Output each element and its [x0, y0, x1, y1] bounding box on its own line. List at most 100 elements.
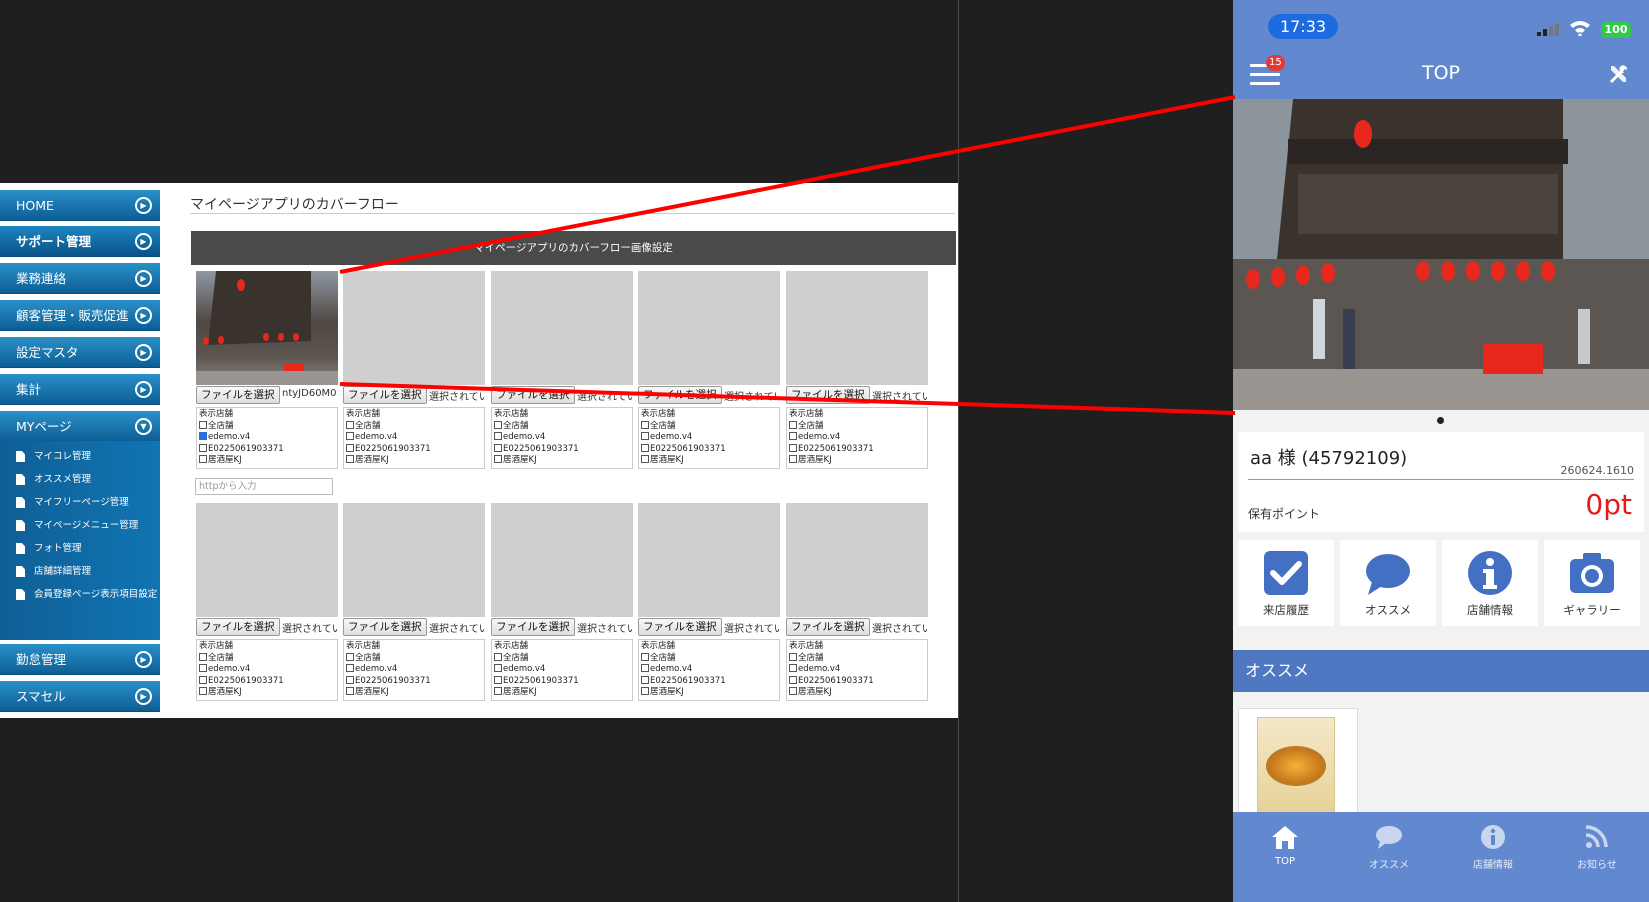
- checkbox[interactable]: [199, 420, 207, 429]
- tile-store-info[interactable]: 店舗情報: [1442, 540, 1538, 626]
- checkbox[interactable]: [346, 432, 354, 440]
- checkbox[interactable]: [346, 420, 354, 429]
- checkbox[interactable]: [641, 432, 649, 440]
- store-option[interactable]: 全店舗: [641, 420, 777, 433]
- cover-image[interactable]: [1233, 99, 1649, 410]
- file-select-button[interactable]: ファイルを選択: [196, 618, 280, 636]
- store-option[interactable]: E0225061903371: [641, 675, 777, 688]
- checkbox[interactable]: [199, 652, 207, 661]
- submenu-item[interactable]: 店舗詳細管理: [14, 564, 91, 580]
- nav-home[interactable]: HOME ▶: [0, 190, 160, 221]
- checkbox[interactable]: [494, 652, 502, 661]
- checkbox[interactable]: [199, 443, 207, 452]
- store-option[interactable]: 全店舗: [346, 652, 482, 665]
- store-option[interactable]: 全店舗: [494, 652, 630, 665]
- checkbox[interactable]: [494, 455, 502, 463]
- store-option[interactable]: E0225061903371: [789, 443, 925, 456]
- store-option[interactable]: 居酒屋KJ: [199, 455, 335, 467]
- nav-stats[interactable]: 集計 ▶: [0, 374, 160, 405]
- submenu-item[interactable]: フォト管理: [14, 541, 82, 557]
- store-option[interactable]: edemo.v4: [641, 664, 777, 676]
- checkbox[interactable]: [641, 455, 649, 463]
- submenu-item[interactable]: マイフリーページ管理: [14, 495, 129, 511]
- store-option[interactable]: E0225061903371: [346, 675, 482, 688]
- store-option[interactable]: 居酒屋KJ: [641, 455, 777, 467]
- store-option[interactable]: edemo.v4: [494, 432, 630, 444]
- checkbox[interactable]: [346, 664, 354, 672]
- url-input[interactable]: httpから入力: [195, 478, 333, 495]
- checkbox[interactable]: [346, 675, 354, 684]
- store-option[interactable]: edemo.v4: [346, 664, 482, 676]
- tile-recommend[interactable]: オススメ: [1340, 540, 1436, 626]
- recommend-card[interactable]: [1238, 708, 1358, 813]
- store-option[interactable]: 居酒屋KJ: [346, 687, 482, 699]
- checkbox[interactable]: [789, 652, 797, 661]
- checkbox[interactable]: [641, 664, 649, 672]
- store-option[interactable]: edemo.v4: [641, 432, 777, 444]
- store-option[interactable]: E0225061903371: [346, 443, 482, 456]
- checkbox[interactable]: [641, 687, 649, 695]
- checkbox[interactable]: [199, 664, 207, 672]
- file-select-button[interactable]: ファイルを選択: [638, 618, 722, 636]
- checkbox[interactable]: [494, 432, 502, 440]
- store-option[interactable]: edemo.v4: [199, 664, 335, 676]
- nav-support[interactable]: サポート管理 ▶: [0, 226, 160, 257]
- checkbox[interactable]: [494, 420, 502, 429]
- store-option[interactable]: 居酒屋KJ: [346, 455, 482, 467]
- store-option[interactable]: edemo.v4: [494, 664, 630, 676]
- store-option[interactable]: 居酒屋KJ: [494, 687, 630, 699]
- tab-news[interactable]: お知らせ: [1545, 812, 1649, 902]
- nav-smacel[interactable]: スマセル ▶: [0, 681, 160, 712]
- checkbox[interactable]: [789, 664, 797, 672]
- checkbox[interactable]: [494, 664, 502, 672]
- nav-customer[interactable]: 顧客管理・販売促進 ▶: [0, 300, 160, 331]
- store-option[interactable]: 居酒屋KJ: [789, 455, 925, 467]
- checkbox[interactable]: [199, 687, 207, 695]
- store-option[interactable]: 全店舗: [199, 420, 335, 433]
- carousel-dot[interactable]: [1437, 417, 1444, 424]
- tile-gallery[interactable]: ギャラリー: [1544, 540, 1640, 626]
- store-option[interactable]: E0225061903371: [494, 675, 630, 688]
- checkbox[interactable]: [199, 455, 207, 463]
- submenu-item[interactable]: 会員登録ページ表示項目設定: [14, 587, 157, 603]
- file-select-button[interactable]: ファイルを選択: [491, 386, 575, 404]
- checkbox[interactable]: [346, 652, 354, 661]
- store-option[interactable]: E0225061903371: [199, 443, 335, 456]
- store-option[interactable]: 居酒屋KJ: [199, 687, 335, 699]
- file-select-button[interactable]: ファイルを選択: [343, 386, 427, 404]
- store-option[interactable]: edemo.v4: [789, 664, 925, 676]
- tab-store-info[interactable]: 店舗情報: [1441, 812, 1545, 902]
- store-option[interactable]: edemo.v4: [346, 432, 482, 444]
- checkbox[interactable]: [789, 687, 797, 695]
- submenu-item[interactable]: オススメ管理: [14, 472, 91, 488]
- store-option[interactable]: 居酒屋KJ: [789, 687, 925, 699]
- checkbox[interactable]: [494, 443, 502, 452]
- tools-icon[interactable]: [1607, 62, 1631, 86]
- file-select-button[interactable]: ファイルを選択: [786, 618, 870, 636]
- submenu-item[interactable]: マイコレ管理: [14, 449, 91, 465]
- checkbox[interactable]: [789, 443, 797, 452]
- checkbox[interactable]: [641, 420, 649, 429]
- checkbox[interactable]: [641, 652, 649, 661]
- file-select-button[interactable]: ファイルを選択: [343, 618, 427, 636]
- store-option[interactable]: E0225061903371: [199, 675, 335, 688]
- tab-recommend[interactable]: オススメ: [1337, 812, 1441, 902]
- file-select-button[interactable]: ファイルを選択: [786, 386, 870, 404]
- file-select-button[interactable]: ファイルを選択: [196, 386, 280, 404]
- checkbox[interactable]: [346, 455, 354, 463]
- file-select-button[interactable]: ファイルを選択: [491, 618, 575, 636]
- nav-business[interactable]: 業務連絡 ▶: [0, 263, 160, 294]
- store-option[interactable]: E0225061903371: [641, 443, 777, 456]
- nav-attendance[interactable]: 勤怠管理 ▶: [0, 644, 160, 675]
- file-select-button[interactable]: ファイルを選択: [638, 386, 722, 404]
- tile-visit-history[interactable]: 来店履歴: [1238, 540, 1334, 626]
- store-option[interactable]: 全店舗: [789, 652, 925, 665]
- tab-top[interactable]: TOP: [1233, 812, 1337, 902]
- checkbox[interactable]: [346, 443, 354, 452]
- checkbox[interactable]: [789, 675, 797, 684]
- checkbox[interactable]: [199, 675, 207, 684]
- store-option[interactable]: 全店舗: [494, 420, 630, 433]
- store-option[interactable]: 居酒屋KJ: [641, 687, 777, 699]
- checkbox[interactable]: [346, 687, 354, 695]
- checkbox[interactable]: [641, 675, 649, 684]
